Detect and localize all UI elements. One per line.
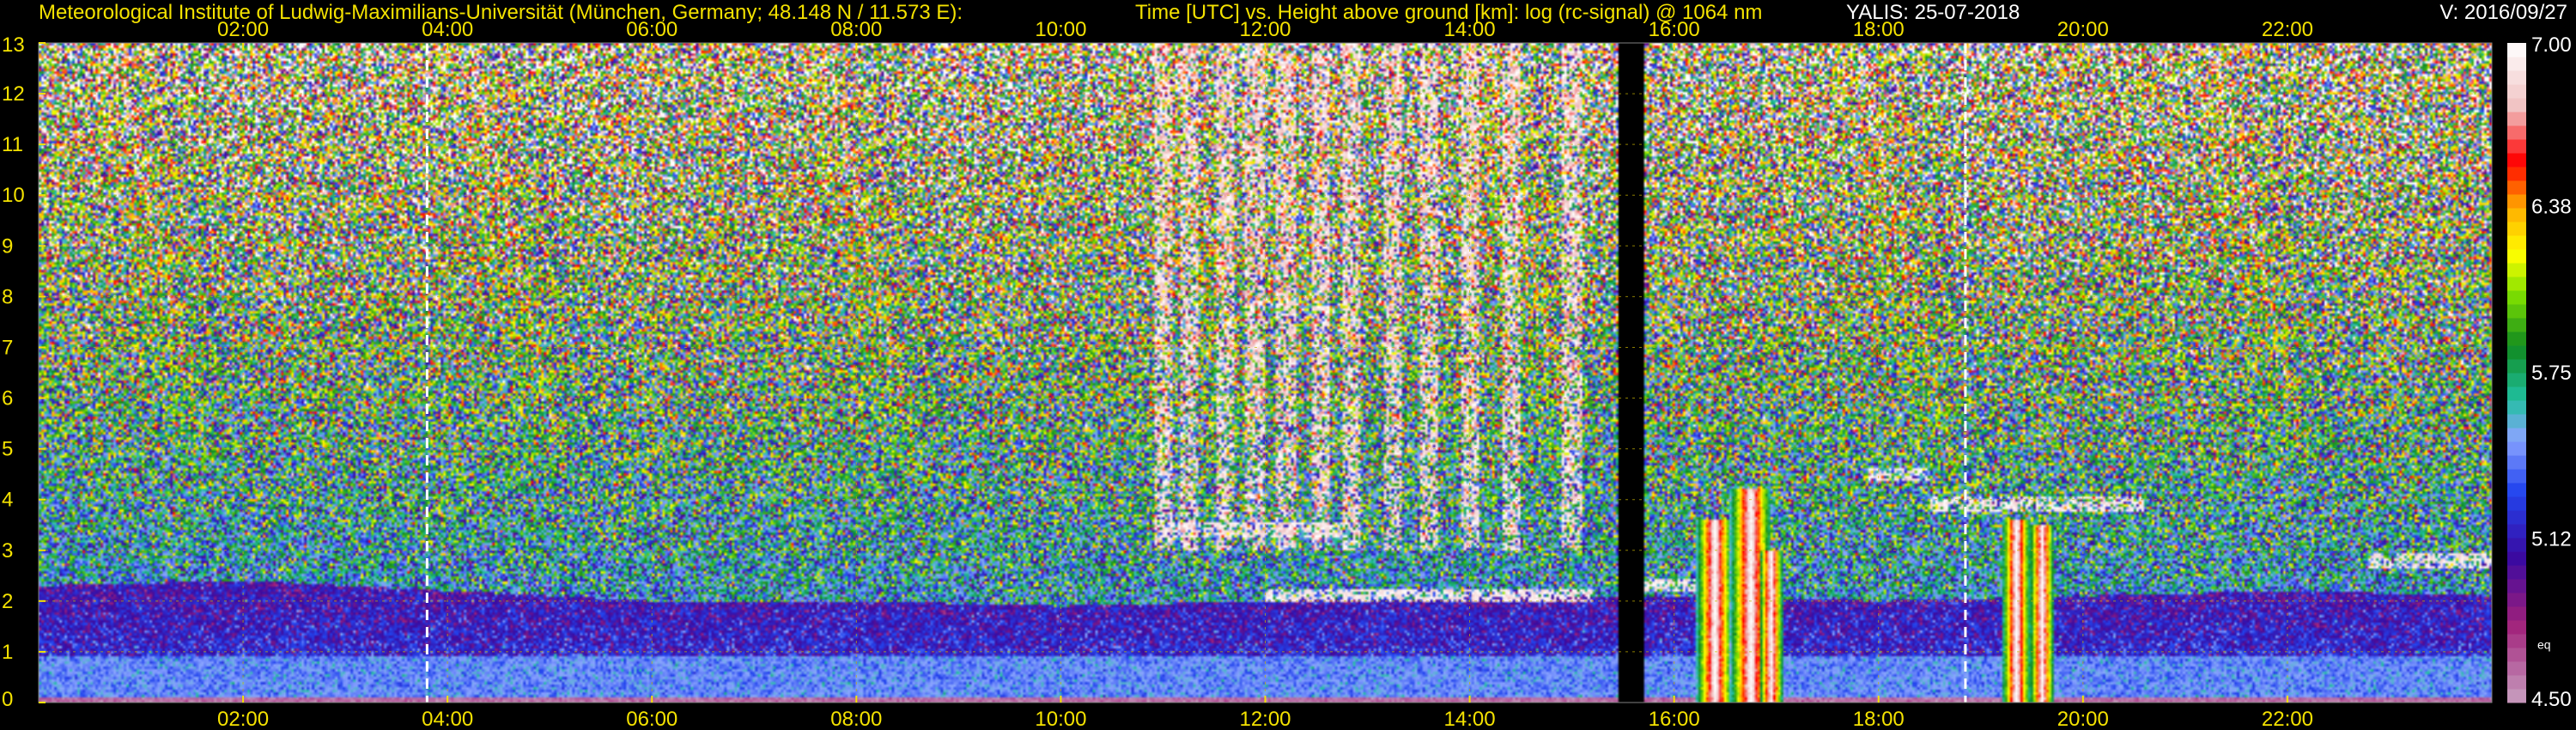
colorbar-tick-label: 6.38 bbox=[2531, 195, 2572, 218]
colorbar-cell bbox=[2507, 208, 2526, 222]
colorbar: 7.00 6.38 5.75 5.12 4.50 eq bbox=[2507, 33, 2572, 711]
colorbar-cell bbox=[2507, 689, 2526, 703]
x-tick-label-top: 10:00 bbox=[1035, 18, 1086, 41]
colorbar-cell bbox=[2507, 332, 2526, 346]
colorbar-tick-label: 5.75 bbox=[2531, 362, 2572, 385]
x-tick-label-bottom: 12:00 bbox=[1239, 708, 1291, 730]
colorbar-cell bbox=[2507, 661, 2526, 676]
colorbar-cell bbox=[2507, 496, 2526, 511]
y-tick-label: 10 bbox=[2, 184, 25, 207]
colorbar-cell bbox=[2507, 84, 2526, 99]
x-tick-label-top: 16:00 bbox=[1649, 18, 1700, 41]
colorbar-cell bbox=[2507, 249, 2526, 264]
colorbar-tick-label: 7.00 bbox=[2531, 33, 2572, 57]
colorbar-cell bbox=[2507, 345, 2526, 360]
colorbar-cell bbox=[2507, 153, 2526, 167]
colorbar-cell bbox=[2507, 98, 2526, 113]
colorbar-cell bbox=[2507, 675, 2526, 690]
colorbar-cell bbox=[2507, 428, 2526, 442]
colorbar-cell bbox=[2507, 455, 2526, 470]
colorbar-cell bbox=[2507, 235, 2526, 250]
x-tick-label-top: 22:00 bbox=[2262, 18, 2313, 41]
colorbar-tick-label: 4.50 bbox=[2531, 688, 2572, 711]
colorbar-cell bbox=[2507, 634, 2526, 648]
colorbar-cell bbox=[2507, 222, 2526, 236]
x-tick-label-bottom: 10:00 bbox=[1035, 708, 1086, 730]
x-tick-label-bottom: 08:00 bbox=[830, 708, 882, 730]
x-tick-label-bottom: 02:00 bbox=[217, 708, 269, 730]
x-tick-label-top: 02:00 bbox=[217, 18, 269, 41]
y-tick-label: 6 bbox=[2, 387, 13, 411]
x-tick-label-top: 06:00 bbox=[626, 18, 677, 41]
y-tick-label: 5 bbox=[2, 438, 13, 461]
colorbar-cell bbox=[2507, 606, 2526, 621]
y-tick-label: 2 bbox=[2, 590, 13, 613]
lidar-chart: 02:00 02:00 04:00 04:00 06:00 06:00 08:00 08:00… bbox=[2, 18, 2572, 730]
colorbar-cell bbox=[2507, 524, 2526, 538]
colorbar-cell bbox=[2507, 194, 2526, 209]
colorbar-cell bbox=[2507, 510, 2526, 525]
colorbar-extra-label: eq bbox=[2537, 637, 2551, 651]
colorbar-cell bbox=[2507, 112, 2526, 126]
x-tick-label-bottom: 20:00 bbox=[2057, 708, 2109, 730]
x-tick-label-bottom: 04:00 bbox=[422, 708, 473, 730]
x-tick-label-bottom: 14:00 bbox=[1444, 708, 1496, 730]
colorbar-cell bbox=[2507, 593, 2526, 607]
colorbar-cell bbox=[2507, 263, 2526, 277]
colorbar-cell bbox=[2507, 180, 2526, 195]
colorbar-cell bbox=[2507, 43, 2526, 58]
y-tick-label: 9 bbox=[2, 234, 13, 258]
y-tick-label: 12 bbox=[2, 82, 25, 106]
x-tick-label-bottom: 16:00 bbox=[1649, 708, 1700, 730]
x-tick-label-top: 20:00 bbox=[2057, 18, 2109, 41]
y-tick-label: 4 bbox=[2, 489, 13, 512]
x-tick-label-bottom: 06:00 bbox=[626, 708, 677, 730]
colorbar-cell bbox=[2507, 538, 2526, 552]
colorbar-cell bbox=[2507, 125, 2526, 140]
y-tick-label: 1 bbox=[2, 641, 13, 664]
x-tick-label-top: 18:00 bbox=[1853, 18, 1905, 41]
colorbar-cell bbox=[2507, 139, 2526, 154]
colorbar-cell bbox=[2507, 551, 2526, 566]
y-tick-label: 13 bbox=[2, 33, 25, 57]
x-tick-label-top: 14:00 bbox=[1444, 18, 1496, 41]
colorbar-cell bbox=[2507, 414, 2526, 429]
x-tick-label-bottom: 22:00 bbox=[2262, 708, 2313, 730]
colorbar-cell bbox=[2507, 620, 2526, 635]
colorbar-cell bbox=[2507, 386, 2526, 401]
colorbar-cell bbox=[2507, 565, 2526, 580]
colorbar-cell bbox=[2507, 441, 2526, 456]
y-tick-label: 11 bbox=[2, 133, 23, 156]
colorbar-cell bbox=[2507, 373, 2526, 387]
colorbar-cell bbox=[2507, 483, 2526, 497]
colorbar-cell bbox=[2507, 400, 2526, 415]
colorbar-cell bbox=[2507, 469, 2526, 484]
colorbar-cell bbox=[2507, 57, 2526, 71]
x-tick-label-top: 04:00 bbox=[422, 18, 473, 41]
colorbar-cell bbox=[2507, 290, 2526, 305]
x-tick-label-top: 08:00 bbox=[830, 18, 882, 41]
colorbar-cell bbox=[2507, 359, 2526, 374]
colorbar-cell bbox=[2507, 648, 2526, 662]
colorbar-cell bbox=[2507, 167, 2526, 181]
colorbar-cell bbox=[2507, 70, 2526, 85]
y-tick-label: 7 bbox=[2, 336, 13, 359]
colorbar-cell bbox=[2507, 579, 2526, 593]
y-tick-label: 8 bbox=[2, 285, 13, 308]
colorbar-cell bbox=[2507, 318, 2526, 332]
colorbar-cell bbox=[2507, 277, 2526, 291]
colorbar-tick-label: 5.12 bbox=[2531, 528, 2572, 551]
y-tick-label: 3 bbox=[2, 539, 13, 563]
x-tick-label-bottom: 18:00 bbox=[1853, 708, 1905, 730]
x-tick-label-top: 12:00 bbox=[1239, 18, 1291, 41]
y-tick-label: 0 bbox=[2, 688, 13, 711]
colorbar-cell bbox=[2507, 304, 2526, 319]
